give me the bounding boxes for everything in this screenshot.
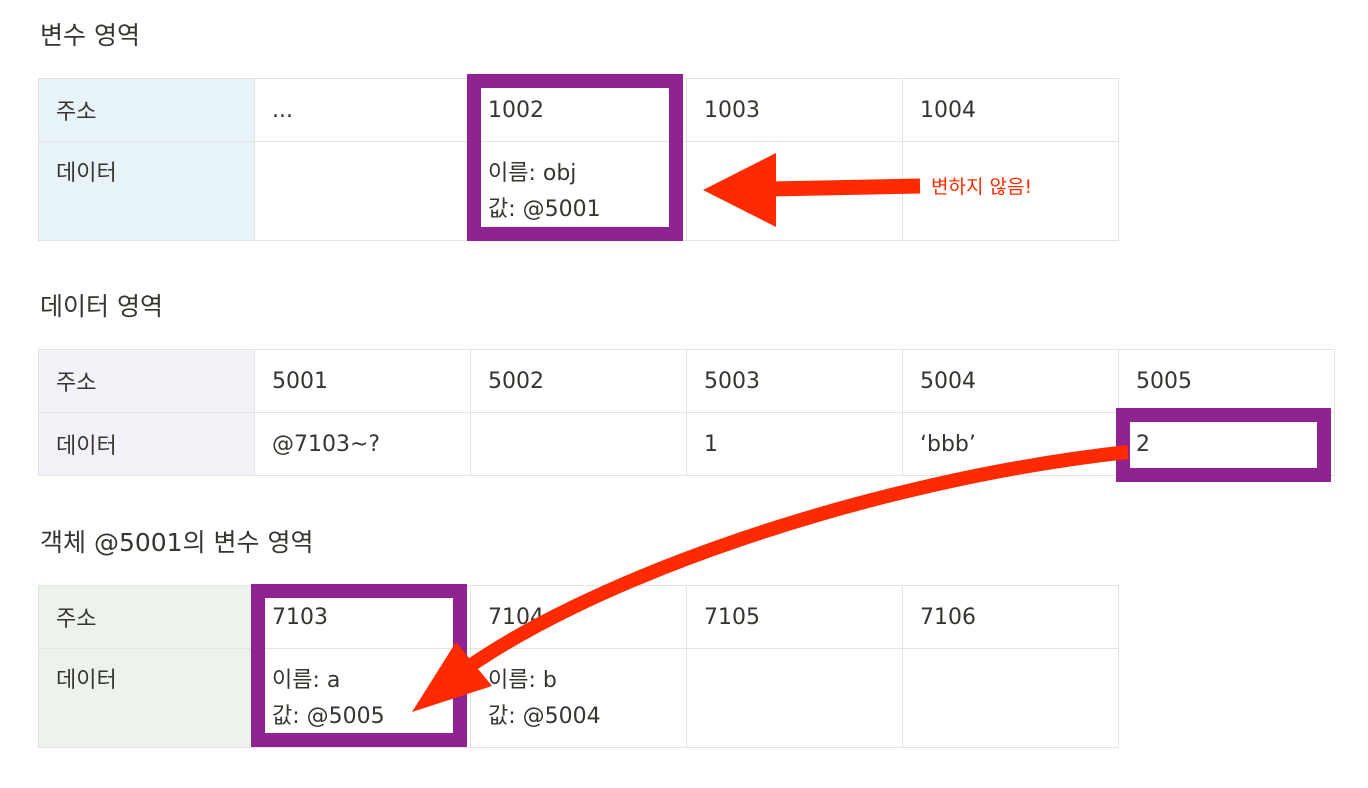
- diagram-page: 변수 영역 주소 ... 1002 1003 1004 데이터 이름: obj …: [0, 0, 1368, 788]
- unchanged-note: 변하지 않음!: [931, 176, 1033, 198]
- curved-arrow-icon: [412, 445, 1129, 712]
- arrows-layer: [412, 153, 1129, 712]
- left-arrow-icon: [703, 153, 921, 227]
